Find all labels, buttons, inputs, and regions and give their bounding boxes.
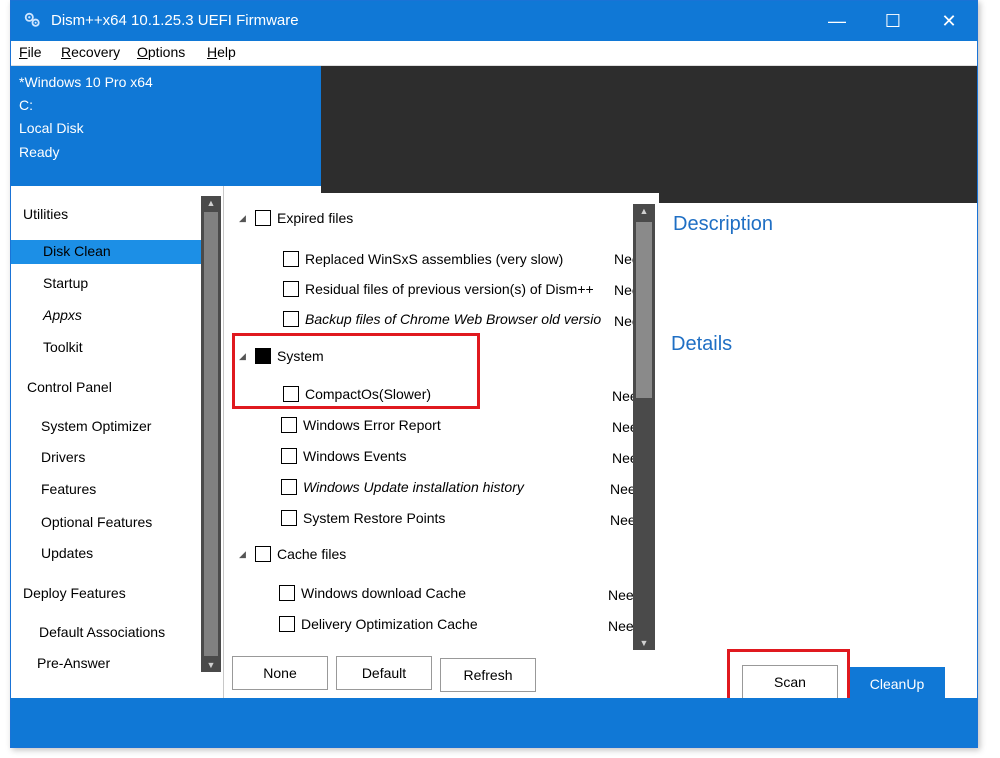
list-item[interactable]: Windows download Cache bbox=[279, 582, 466, 604]
disk-label: Local Disk bbox=[19, 120, 84, 136]
system-info-panel[interactable]: *Windows 10 Pro x64 C: Local Disk Ready bbox=[11, 66, 321, 186]
dism-window: Dism++x64 10.1.25.3 UEFI Firmware — ☐ ✕ … bbox=[10, 0, 978, 748]
scroll-down-icon[interactable]: ▼ bbox=[633, 636, 655, 650]
sidebar-item-optional-features[interactable]: Optional Features bbox=[11, 511, 209, 535]
sidebar-item-startup[interactable]: Startup bbox=[11, 272, 209, 296]
status-bar bbox=[11, 698, 977, 747]
banner bbox=[321, 66, 977, 203]
refresh-button[interactable]: Refresh bbox=[440, 658, 536, 692]
sidebar: Utilities Disk Clean Startup Appxs Toolk… bbox=[11, 186, 224, 698]
minimize-icon: — bbox=[828, 10, 846, 31]
sidebar-item-toolkit[interactable]: Toolkit bbox=[11, 336, 209, 360]
sidebar-item-pre-answer[interactable]: Pre-Answer bbox=[11, 652, 209, 676]
window-title: Dism++x64 10.1.25.3 UEFI Firmware bbox=[51, 12, 299, 29]
need-label: Nee bbox=[608, 618, 634, 634]
close-icon: ✕ bbox=[941, 10, 957, 31]
collapse-triangle-icon[interactable]: ◢ bbox=[239, 549, 249, 560]
sidebar-item-features[interactable]: Features bbox=[11, 478, 209, 502]
need-label: Nee bbox=[610, 481, 636, 497]
cleanup-tree: ◢ Expired files Replaced WinSxS assembli… bbox=[229, 193, 659, 648]
status-label: Ready bbox=[19, 144, 60, 160]
sidebar-scrollbar[interactable]: ▲ ▼ bbox=[201, 196, 221, 672]
menu-recovery[interactable]: Recovery bbox=[61, 44, 120, 60]
drive-label: C: bbox=[19, 97, 33, 113]
menu-help[interactable]: Help bbox=[207, 44, 236, 60]
checkbox[interactable] bbox=[255, 546, 271, 562]
need-label: Nee bbox=[610, 512, 636, 528]
menu-bar: File Recovery Options Help bbox=[11, 41, 977, 66]
content-scrollbar[interactable]: ▲ ▼ bbox=[633, 204, 655, 650]
list-item[interactable]: System Restore Points bbox=[281, 507, 445, 529]
checkbox[interactable] bbox=[279, 616, 295, 632]
sidebar-item-default-associations[interactable]: Default Associations bbox=[11, 621, 209, 645]
cleanup-button[interactable]: CleanUp bbox=[849, 667, 945, 701]
list-item[interactable]: Residual files of previous version(s) of… bbox=[283, 278, 594, 300]
title-bar[interactable]: Dism++x64 10.1.25.3 UEFI Firmware — ☐ ✕ bbox=[11, 1, 977, 41]
list-item[interactable]: Windows Update installation history bbox=[281, 476, 524, 498]
default-button[interactable]: Default bbox=[336, 656, 432, 690]
close-button[interactable]: ✕ bbox=[921, 1, 977, 41]
maximize-button[interactable]: ☐ bbox=[865, 1, 921, 41]
scroll-down-icon[interactable]: ▼ bbox=[201, 658, 221, 672]
scroll-up-icon[interactable]: ▲ bbox=[633, 204, 655, 218]
menu-options[interactable]: Options bbox=[137, 44, 185, 60]
list-item[interactable]: Delivery Optimization Cache bbox=[279, 613, 478, 635]
group-expired-files[interactable]: ◢ Expired files bbox=[239, 207, 353, 229]
checkbox[interactable] bbox=[255, 210, 271, 226]
sidebar-scroll-thumb[interactable] bbox=[204, 212, 218, 656]
nav-group-control-panel[interactable]: Control Panel bbox=[27, 379, 112, 395]
content-scroll-thumb[interactable] bbox=[636, 222, 652, 398]
collapse-triangle-icon[interactable]: ◢ bbox=[239, 213, 249, 224]
maximize-icon: ☐ bbox=[884, 10, 902, 31]
minimize-button[interactable]: — bbox=[809, 1, 865, 41]
nav-group-deploy-features[interactable]: Deploy Features bbox=[23, 585, 126, 601]
none-button[interactable]: None bbox=[232, 656, 328, 690]
checkbox[interactable] bbox=[281, 417, 297, 433]
checkbox[interactable] bbox=[281, 479, 297, 495]
sidebar-item-system-optimizer[interactable]: System Optimizer bbox=[11, 415, 209, 439]
sidebar-item-updates[interactable]: Updates bbox=[11, 542, 209, 566]
scroll-up-icon[interactable]: ▲ bbox=[201, 196, 221, 210]
list-item[interactable]: Replaced WinSxS assemblies (very slow) bbox=[283, 248, 563, 270]
sidebar-item-disk-clean[interactable]: Disk Clean bbox=[11, 240, 209, 264]
gears-icon bbox=[24, 12, 40, 27]
checkbox[interactable] bbox=[279, 585, 295, 601]
menu-file[interactable]: File bbox=[19, 44, 42, 60]
checkbox[interactable] bbox=[283, 281, 299, 297]
need-label: Nee bbox=[608, 587, 634, 603]
group-cache-files[interactable]: ◢ Cache files bbox=[239, 543, 346, 565]
details-title: Details bbox=[671, 333, 733, 355]
description-panel: Description Details bbox=[663, 203, 977, 643]
list-item[interactable]: Backup files of Chrome Web Browser old v… bbox=[283, 308, 601, 330]
checkbox[interactable] bbox=[281, 510, 297, 526]
highlight-system-box bbox=[232, 333, 480, 409]
nav-group-utilities[interactable]: Utilities bbox=[23, 206, 68, 222]
list-item[interactable]: Windows Events bbox=[281, 445, 406, 467]
checkbox[interactable] bbox=[283, 311, 299, 327]
os-label: *Windows 10 Pro x64 bbox=[19, 74, 153, 90]
sidebar-item-appxs[interactable]: Appxs bbox=[11, 304, 209, 328]
checkbox[interactable] bbox=[283, 251, 299, 267]
checkbox[interactable] bbox=[281, 448, 297, 464]
list-item[interactable]: Windows Error Report bbox=[281, 414, 441, 436]
description-title: Description bbox=[673, 213, 774, 235]
sidebar-item-drivers[interactable]: Drivers bbox=[11, 446, 209, 470]
